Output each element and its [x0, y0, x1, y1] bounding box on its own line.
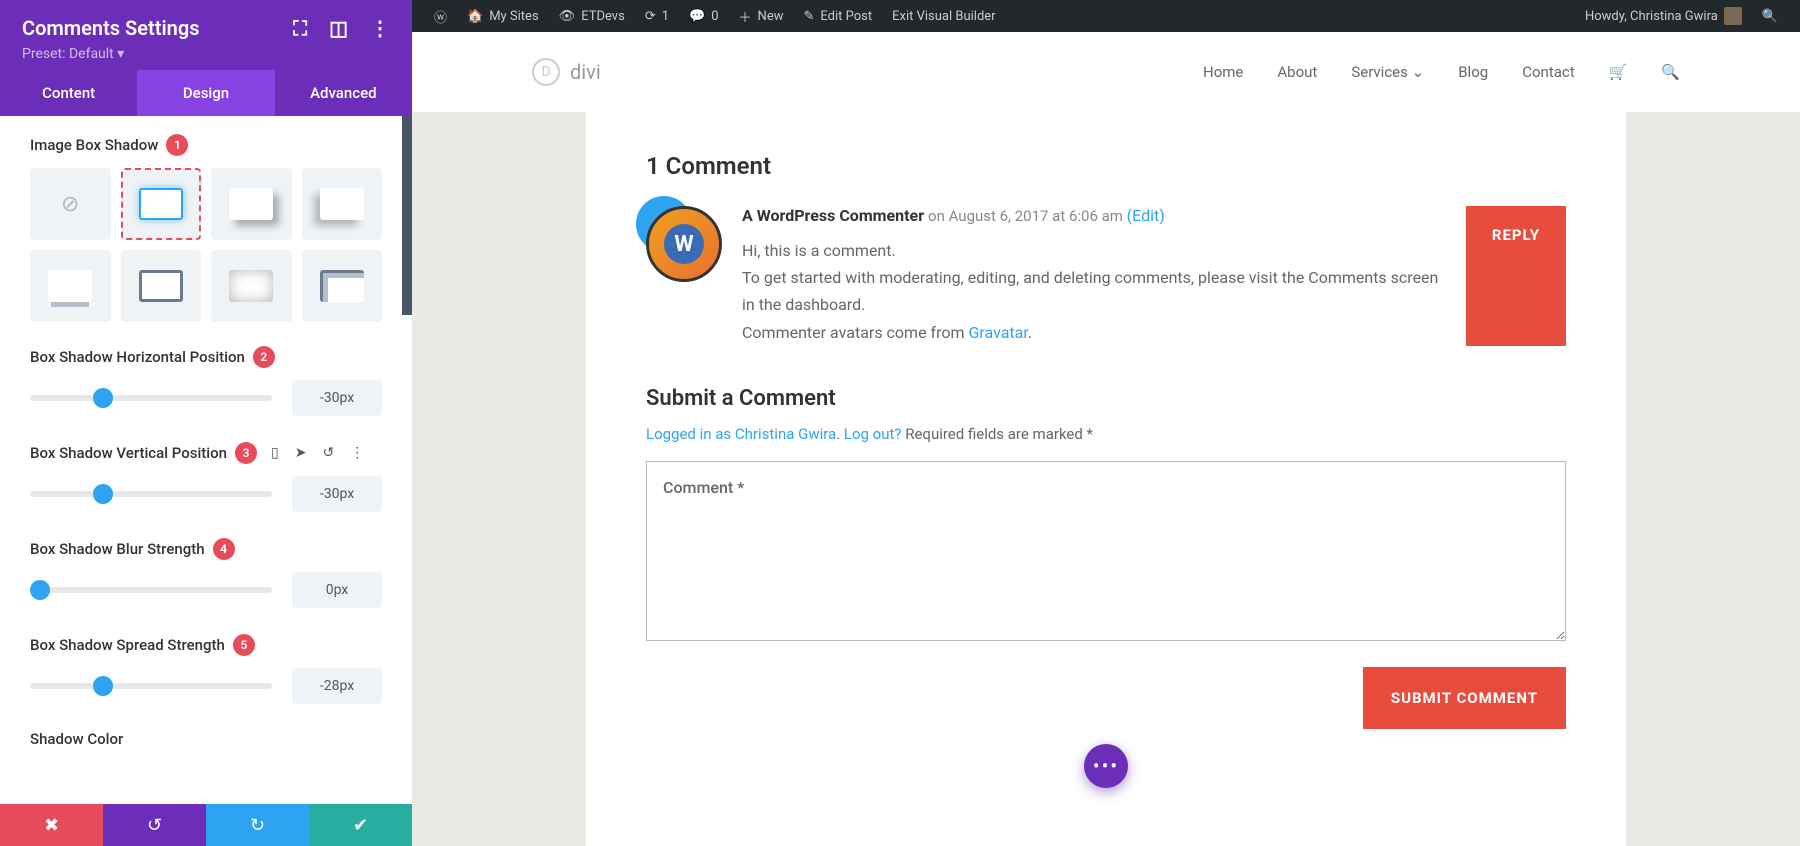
- value-spread[interactable]: -28px: [292, 668, 382, 704]
- badge-2: 2: [253, 346, 275, 368]
- shadow-preset-3[interactable]: [302, 168, 383, 240]
- layout-icon[interactable]: ◫: [329, 16, 348, 40]
- panel-body: Image Box Shadow 1 ⊘ Box Shadow Horizont…: [0, 116, 412, 804]
- panel-tabs: Content Design Advanced: [0, 70, 412, 116]
- confirm-button[interactable]: ✔: [309, 804, 412, 846]
- value-horiz[interactable]: -30px: [292, 380, 382, 416]
- expand-icon[interactable]: ⛶: [293, 16, 307, 40]
- nav-contact[interactable]: Contact: [1522, 63, 1574, 81]
- wp-admin-bar: ⓦ 🏠 My Sites 👁 ETDevs ⟳ 1 💬 0 ＋ New ✎ Ed…: [412, 0, 1800, 32]
- site-link[interactable]: 👁 ETDevs: [549, 9, 635, 24]
- badge-4: 4: [213, 538, 235, 560]
- more-vert-icon[interactable]: ⋮: [350, 445, 364, 461]
- scrollbar[interactable]: [402, 115, 412, 315]
- comment-item: W A WordPress Commenter on August 6, 201…: [646, 206, 1566, 346]
- value-blur[interactable]: 0px: [292, 572, 382, 608]
- user-avatar-icon: [1724, 7, 1742, 25]
- exit-builder-link[interactable]: Exit Visual Builder: [882, 9, 1005, 24]
- chevron-down-icon: ⌄: [1412, 63, 1425, 81]
- search-icon[interactable]: 🔍: [1752, 9, 1788, 24]
- howdy-user[interactable]: Howdy, Christina Gwira: [1575, 7, 1752, 25]
- value-vert[interactable]: -30px: [292, 476, 382, 512]
- undo-button[interactable]: ↺: [103, 804, 206, 846]
- nav-about[interactable]: About: [1277, 63, 1317, 81]
- more-icon[interactable]: ⋮: [370, 16, 390, 40]
- form-meta: Logged in as Christina Gwira. Log out? R…: [646, 425, 1566, 443]
- comments-link[interactable]: 💬 0: [679, 9, 729, 24]
- edit-post-link[interactable]: ✎ Edit Post: [793, 9, 882, 24]
- redo-button[interactable]: ↻: [206, 804, 309, 846]
- shadow-preset-1[interactable]: [121, 168, 202, 240]
- mysites-link[interactable]: 🏠 My Sites: [457, 9, 549, 24]
- badge-5: 5: [233, 634, 255, 656]
- comment-edit-link[interactable]: (Edit): [1127, 206, 1165, 225]
- comments-heading: 1 Comment: [646, 152, 1566, 180]
- label-horiz: Box Shadow Horizontal Position: [30, 348, 245, 366]
- site-header: D divi Home About Services ⌄ Blog Contac…: [412, 32, 1800, 112]
- reset-icon[interactable]: ↺: [322, 445, 334, 461]
- shadow-preset-4[interactable]: [30, 250, 111, 322]
- shadow-preset-7[interactable]: [302, 250, 383, 322]
- logout-link[interactable]: Log out?: [844, 425, 902, 443]
- new-link[interactable]: ＋ New: [729, 7, 794, 26]
- slider-horiz[interactable]: [30, 395, 272, 401]
- preview-area: ⓦ 🏠 My Sites 👁 ETDevs ⟳ 1 💬 0 ＋ New ✎ Ed…: [412, 0, 1800, 846]
- form-heading: Submit a Comment: [646, 386, 1566, 411]
- settings-panel: Comments Settings ⛶ ◫ ⋮ Preset: Default …: [0, 0, 412, 846]
- gravatar-link[interactable]: Gravatar: [968, 323, 1027, 342]
- search-nav-icon[interactable]: 🔍: [1661, 63, 1680, 81]
- shadow-preset-grid: ⊘: [30, 168, 382, 322]
- label-image-box-shadow: Image Box Shadow: [30, 136, 158, 154]
- tab-advanced[interactable]: Advanced: [275, 70, 412, 116]
- comment-avatar: W: [646, 206, 722, 282]
- logo-icon: D: [532, 58, 560, 86]
- label-spread: Box Shadow Spread Strength: [30, 636, 225, 654]
- cart-icon[interactable]: 🛒: [1609, 63, 1628, 81]
- shadow-preset-2[interactable]: [211, 168, 292, 240]
- reply-button[interactable]: REPLY: [1466, 206, 1566, 346]
- nav-blog[interactable]: Blog: [1458, 63, 1488, 81]
- page-content: 1 Comment W A WordPress Commenter on Aug…: [412, 112, 1800, 846]
- shadow-preset-6[interactable]: [211, 250, 292, 322]
- panel-header: Comments Settings ⛶ ◫ ⋮ Preset: Default …: [0, 0, 412, 70]
- label-shadow-color: Shadow Color: [30, 730, 123, 748]
- panel-title: Comments Settings: [22, 16, 199, 40]
- badge-3: 3: [235, 442, 257, 464]
- preset-dropdown[interactable]: Preset: Default ▾: [22, 46, 390, 62]
- comment-author[interactable]: A WordPress Commenter: [742, 206, 924, 225]
- wp-logo-icon[interactable]: ⓦ: [424, 7, 457, 26]
- comment-text: Hi, this is a comment. To get started wi…: [742, 237, 1446, 346]
- cancel-button[interactable]: ✖: [0, 804, 103, 846]
- tab-content[interactable]: Content: [0, 70, 137, 116]
- panel-footer: ✖ ↺ ↻ ✔: [0, 804, 412, 846]
- site-logo[interactable]: D divi: [532, 58, 601, 86]
- comment-textarea[interactable]: [646, 461, 1566, 641]
- shadow-none[interactable]: ⊘: [30, 168, 111, 240]
- updates-link[interactable]: ⟳ 1: [635, 9, 679, 24]
- phone-icon[interactable]: ▯: [271, 445, 279, 461]
- nav-services[interactable]: Services ⌄: [1351, 63, 1424, 81]
- comments-module: 1 Comment W A WordPress Commenter on Aug…: [586, 112, 1626, 846]
- nav-home[interactable]: Home: [1203, 63, 1243, 81]
- slider-vert[interactable]: [30, 491, 272, 497]
- logged-in-link[interactable]: Logged in as Christina Gwira: [646, 425, 836, 443]
- slider-spread[interactable]: [30, 683, 272, 689]
- builder-fab[interactable]: •••: [1084, 744, 1128, 788]
- shadow-preset-5[interactable]: [121, 250, 202, 322]
- submit-comment-button[interactable]: SUBMIT COMMENT: [1363, 667, 1566, 729]
- comment-date: on August 6, 2017 at 6:06 am: [928, 207, 1127, 225]
- tab-design[interactable]: Design: [137, 70, 274, 116]
- main-nav: Home About Services ⌄ Blog Contact 🛒 🔍: [1203, 63, 1680, 81]
- label-blur: Box Shadow Blur Strength: [30, 540, 205, 558]
- badge-1: 1: [166, 134, 188, 156]
- slider-blur[interactable]: [30, 587, 272, 593]
- cursor-icon[interactable]: ➤: [295, 445, 307, 461]
- label-vert: Box Shadow Vertical Position: [30, 444, 227, 462]
